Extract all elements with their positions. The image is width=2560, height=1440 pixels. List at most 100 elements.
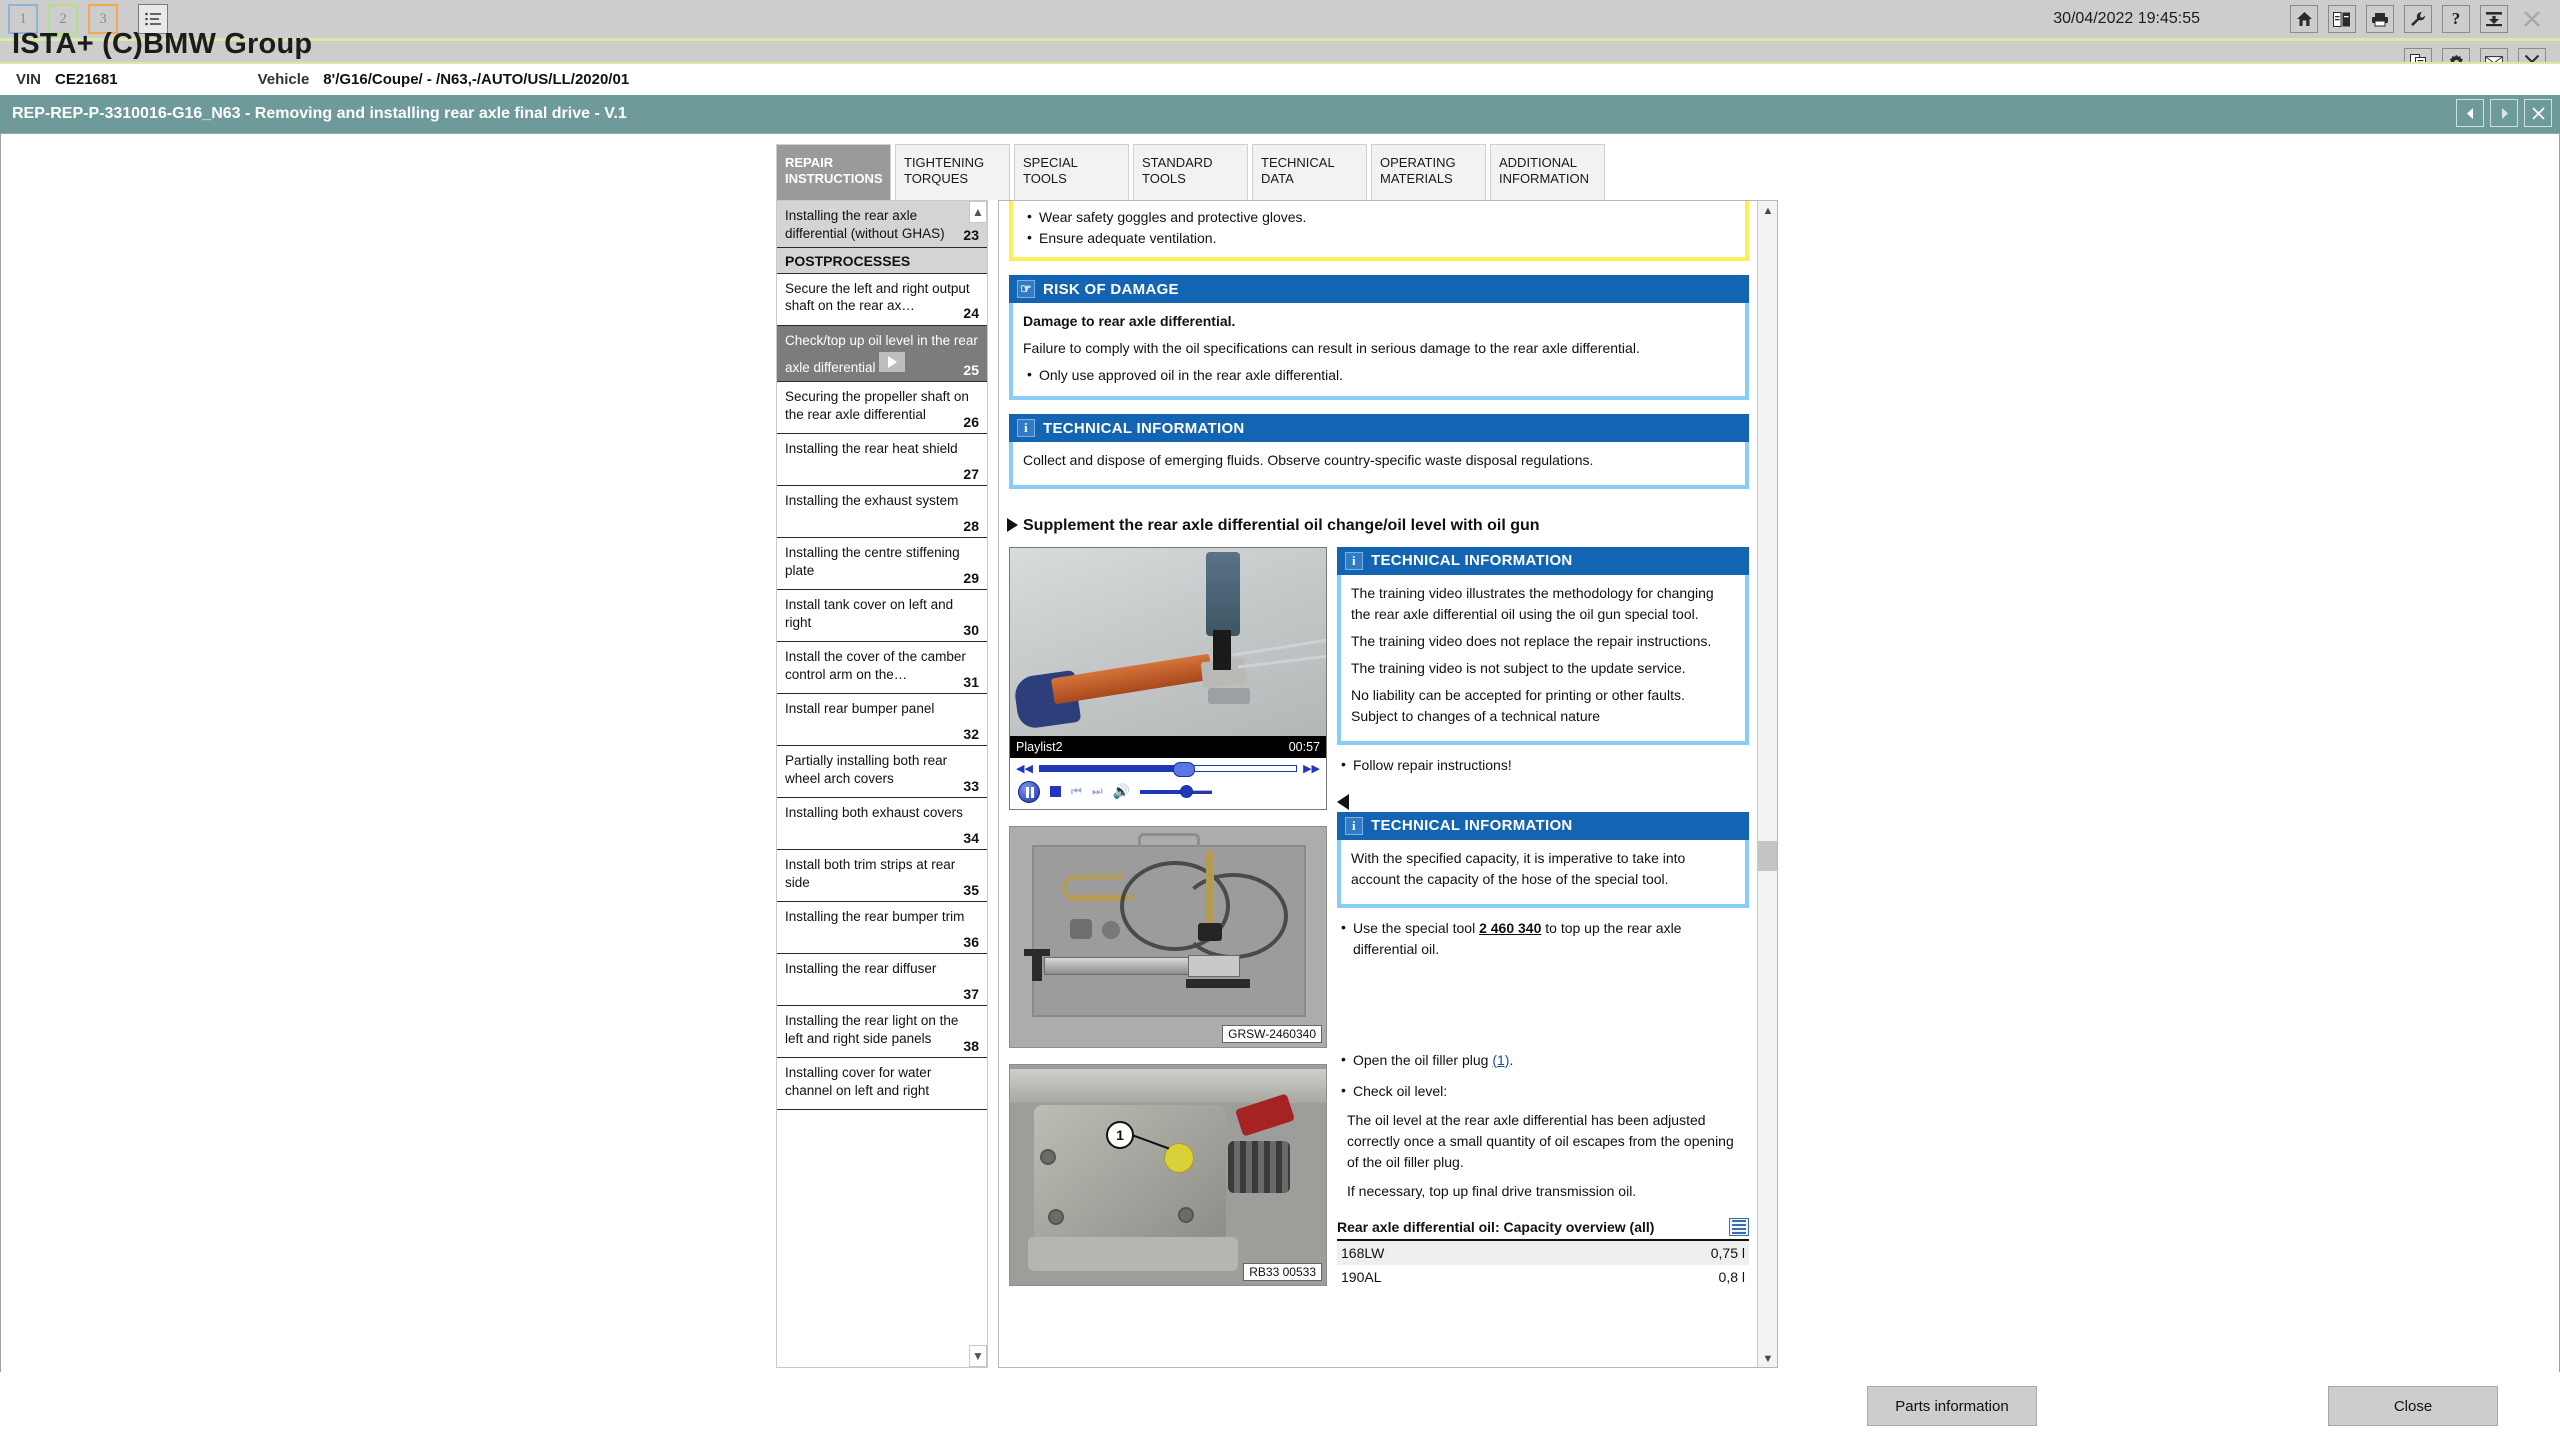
list-item[interactable]: Installing the rear heat shield 27 (777, 434, 987, 487)
wrench-icon[interactable] (2404, 5, 2432, 33)
step-label: Installing cover for water channel on le… (785, 1065, 932, 1099)
list-item[interactable]: Partially installing both rear wheel arc… (777, 746, 987, 799)
home-icon[interactable] (2290, 5, 2318, 33)
procedure-next-button[interactable] (2490, 99, 2518, 127)
list-item[interactable]: Install both trim strips at rear side 35 (777, 850, 987, 903)
axle-boot (1228, 1140, 1290, 1193)
video-hose-upper (1232, 638, 1326, 657)
session-badge-3-label: 3 (99, 10, 107, 27)
vehicle-value: 8'/G16/Coupe/ - /N63,-/AUTO/US/LL/2020/0… (323, 71, 630, 88)
capacity-table-header: Rear axle differential oil: Capacity ove… (1337, 1217, 1749, 1241)
technical-information-title-1: TECHNICAL INFORMATION (1043, 419, 1245, 437)
step-label: Secure the left and right output shaft o… (785, 280, 970, 314)
pause-icon[interactable] (1018, 780, 1040, 803)
special-tool-photo: GRSW-2460340 (1009, 825, 1327, 1048)
play-video-icon[interactable] (879, 352, 906, 373)
tab-standard-tools-label: STANDARD TOOLS (1142, 155, 1213, 187)
tool-hose-coil-2 (1178, 872, 1288, 959)
table-icon[interactable] (1729, 1217, 1749, 1236)
tab-bar: REPAIR INSTRUCTIONS TIGHTENING TORQUES S… (776, 144, 1636, 200)
list-item[interactable]: Install the cover of the camber control … (777, 642, 987, 695)
tab-tightening-torques[interactable]: TIGHTENING TORQUES (895, 144, 1010, 200)
capacity-table: Rear axle differential oil: Capacity ove… (1337, 1217, 1749, 1289)
tab-repair-instructions[interactable]: REPAIR INSTRUCTIONS (776, 144, 891, 200)
help-icon[interactable]: ? (2442, 5, 2470, 33)
stop-icon[interactable] (1050, 786, 1061, 798)
tab-technical-data-label: TECHNICAL DATA (1261, 155, 1335, 187)
technical-information-body-2: The training video illustrates the metho… (1337, 574, 1749, 745)
list-item[interactable]: Secure the left and right output shaft o… (777, 273, 987, 326)
step-list-scroll-up[interactable]: ▲ (969, 201, 987, 223)
document-scrollbar[interactable]: ▲ ▼ (1757, 201, 1777, 1367)
tab-additional-information[interactable]: ADDITIONAL INFORMATION (1490, 144, 1605, 200)
list-item[interactable]: Installing the rear light on the left an… (777, 1006, 987, 1059)
procedure-prev-button[interactable] (2456, 99, 2484, 127)
list-item[interactable]: Installing cover for water channel on le… (777, 1058, 987, 1111)
document-exchange-icon[interactable] (2328, 5, 2356, 33)
video-seek-bar[interactable] (1038, 761, 1298, 777)
document-scroll-down[interactable]: ▼ (1758, 1349, 1777, 1367)
procedure-controls (2456, 99, 2552, 127)
list-item[interactable]: Installing the rear diffuser 37 (777, 954, 987, 1007)
step-list-scroll-down[interactable]: ▼ (969, 1345, 987, 1367)
procedure-step-list[interactable]: ▲ ▼ Installing the rear axle differentia… (776, 200, 988, 1368)
technical-information-title-2: TECHNICAL INFORMATION (1371, 552, 1573, 570)
risk-bullet: Only use approved oil in the rear axle d… (1023, 364, 1735, 386)
capacity-row-value: 0,8 l (1718, 1268, 1745, 1285)
technical-information-text-1: Collect and dispose of emerging fluids. … (1023, 452, 1594, 468)
volume-slider-handle[interactable] (1180, 784, 1194, 798)
document-scroll-up[interactable]: ▲ (1758, 201, 1777, 221)
previous-track-icon[interactable]: ⏮ (1071, 784, 1082, 799)
volume-slider[interactable] (1140, 784, 1213, 798)
tab-standard-tools[interactable]: STANDARD TOOLS (1133, 144, 1248, 200)
fast-forward-icon[interactable]: ▶▶ (1303, 762, 1320, 775)
step-label: Installing the rear bumper trim (785, 909, 965, 925)
capacity-row-value: 0,75 l (1710, 1244, 1745, 1261)
document-scroll-thumb[interactable] (1758, 841, 1777, 871)
content-region: REPAIR INSTRUCTIONS TIGHTENING TORQUES S… (776, 136, 1796, 1368)
special-tool-number-link[interactable]: 2 460 340 (1479, 920, 1541, 936)
next-track-icon[interactable]: ⏭ (1092, 784, 1103, 799)
step-label: Install the cover of the camber control … (785, 649, 966, 683)
step-number: 23 (963, 227, 979, 244)
list-item[interactable]: Installing the exhaust system 28 (777, 486, 987, 539)
list-item[interactable]: Install rear bumper panel 32 (777, 694, 987, 747)
technical-information-title-3: TECHNICAL INFORMATION (1371, 817, 1573, 835)
list-item[interactable]: Securing the propeller shaft on the rear… (777, 382, 987, 435)
print-icon[interactable] (2366, 5, 2394, 33)
capacity-row-name: 190AL (1341, 1268, 1382, 1285)
procedure-close-button[interactable] (2524, 99, 2552, 127)
video-seek-handle[interactable] (1173, 761, 1196, 777)
risk-of-damage-box: ☞ RISK OF DAMAGE Damage to rear axle dif… (1009, 275, 1749, 400)
vin-value: CE21681 (55, 71, 118, 88)
step-label: Partially installing both rear wheel arc… (785, 753, 948, 787)
list-item[interactable]: Installing both exhaust covers 34 (777, 798, 987, 851)
video-seek-fill (1039, 765, 1184, 771)
video-playlist-label: Playlist2 (1016, 739, 1063, 754)
close-window-icon[interactable] (2518, 5, 2546, 33)
back-triangle-icon[interactable] (1337, 793, 1349, 810)
callout-reference-link[interactable]: (1) (1492, 1052, 1509, 1068)
close-button[interactable]: Close (2328, 1386, 2498, 1426)
tab-repair-instructions-label: REPAIR INSTRUCTIONS (785, 155, 883, 187)
list-item[interactable]: Installing the rear bumper trim 36 (777, 902, 987, 955)
list-item[interactable]: Installing the centre stiffening plate 2… (777, 538, 987, 591)
oil-level-instructions: Open the oil filler plug (1). Check oil … (1337, 1049, 1749, 1289)
volume-icon[interactable]: 🔊 (1113, 783, 1130, 800)
lower-bracket (1028, 1236, 1238, 1271)
technical-information-line: The training video is not subject to the… (1351, 659, 1686, 676)
rewind-icon[interactable]: ◀◀ (1016, 762, 1033, 775)
tab-operating-materials[interactable]: OPERATING MATERIALS (1371, 144, 1486, 200)
tab-special-tools[interactable]: SPECIAL TOOLS (1014, 144, 1129, 200)
technical-information-header-2: i TECHNICAL INFORMATION (1337, 546, 1749, 575)
tab-technical-data[interactable]: TECHNICAL DATA (1252, 144, 1367, 200)
video-frame[interactable] (1010, 547, 1326, 736)
training-video-player[interactable]: Playlist2 00:57 ◀◀ ▶▶ ⏮ ⏭ 🔊 (1009, 546, 1327, 810)
list-item-selected[interactable]: Check/top up oil level in the rear axle … (777, 325, 987, 383)
special-tool-photo-caption: GRSW-2460340 (1222, 1024, 1322, 1043)
parts-information-button[interactable]: Parts information (1867, 1386, 2037, 1426)
list-item[interactable]: Install tank cover on left and right 30 (777, 590, 987, 643)
list-item[interactable]: Installing the rear axle differential (w… (777, 201, 987, 248)
export-icon[interactable] (2480, 5, 2508, 33)
table-row: 190AL 0,8 l (1337, 1265, 1749, 1289)
